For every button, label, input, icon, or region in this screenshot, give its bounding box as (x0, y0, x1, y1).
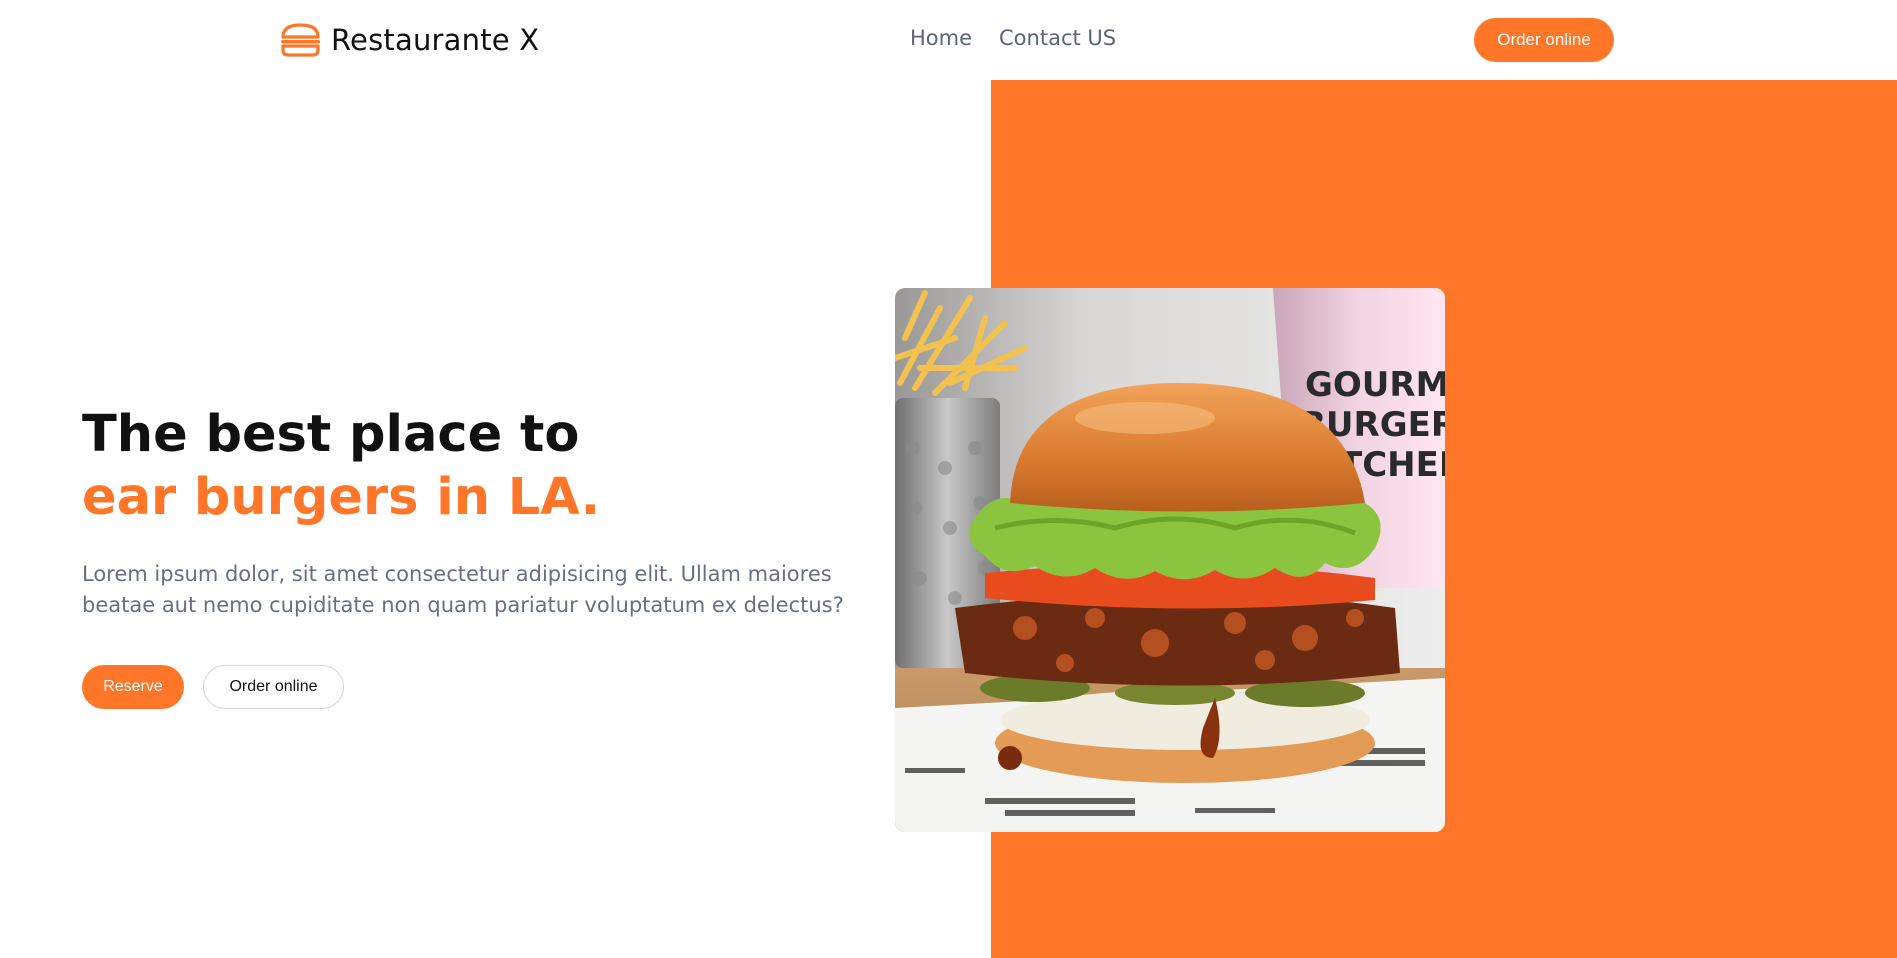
burger-photo: GOURMET BURGER KITCHEN (895, 288, 1445, 832)
hero-title-line2: ear burgers in LA. (82, 468, 601, 527)
header-order-online-button[interactable]: Order online (1474, 18, 1614, 62)
brand-name: Restaurante X (331, 23, 540, 57)
main-nav: Home Contact US (910, 26, 1116, 50)
cup-text-1: GOURMET (1305, 365, 1445, 405)
hero-order-online-button[interactable]: Order online (203, 665, 344, 709)
reserve-button[interactable]: Reserve (82, 665, 184, 709)
nav-contact-link[interactable]: Contact US (999, 26, 1116, 50)
site-header: Restaurante X Home Contact US Order onli… (0, 0, 1897, 80)
hero-description: Lorem ipsum dolor, sit amet consectetur … (82, 562, 844, 617)
landing-page: Restaurante X Home Contact US Order onli… (0, 0, 1897, 958)
hero-title-line1: The best place to (82, 405, 580, 464)
brand-logo[interactable]: Restaurante X (279, 22, 539, 58)
hero-actions: Reserve Order online (82, 665, 344, 709)
hero-title: The best place to ear burgers in LA. (82, 403, 600, 529)
nav-home-link[interactable]: Home (910, 26, 972, 50)
burger-icon (281, 23, 320, 57)
